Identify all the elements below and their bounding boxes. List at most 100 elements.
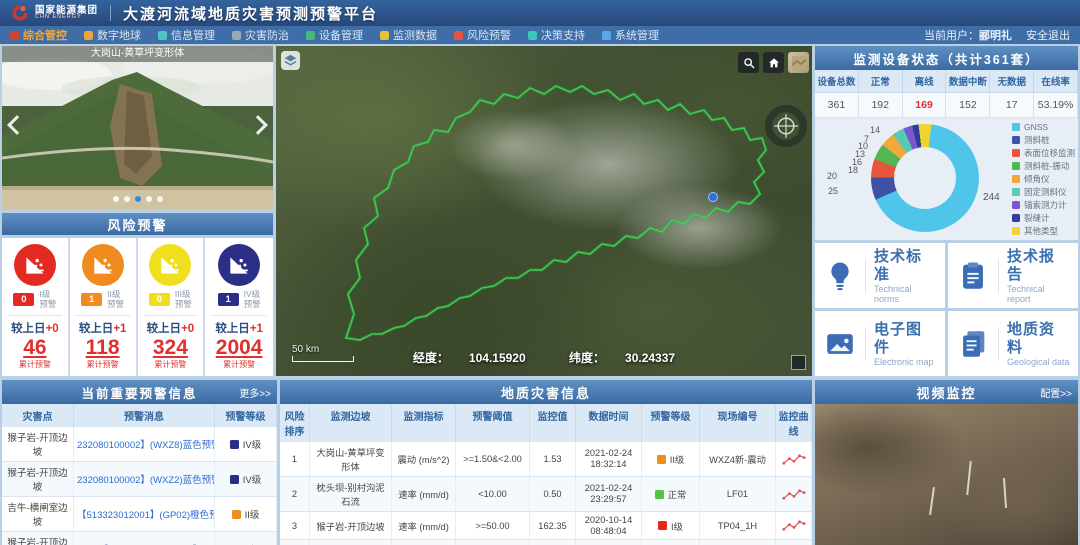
level-color-swatch	[657, 455, 666, 464]
hazard-col-监控值: 监控值	[530, 404, 576, 442]
video-config-link[interactable]: 配置>>	[1040, 385, 1072, 400]
resource-card-地质资料[interactable]: 地质资料 Geological data	[948, 311, 1078, 376]
monitor-indicator: 速率 (mm/d)	[392, 512, 456, 539]
warning-level: 正常	[642, 477, 700, 511]
card-subtitle: Electronic map	[874, 357, 937, 367]
nav-item-系统管理[interactable]: 系统管理	[602, 27, 659, 43]
monitor-value: 0.50	[530, 477, 576, 511]
trend-curve-icon[interactable]	[782, 488, 806, 501]
hazard-table-header: 风险排序监测边坡监测指标预警阈值监控值数据时间预警等级现场编号监控曲线	[280, 404, 812, 442]
fullscreen-icon[interactable]	[791, 355, 806, 370]
card-text: 技术报告 Technical report	[1007, 248, 1070, 304]
nav-item-信息管理[interactable]: 信息管理	[158, 27, 215, 43]
resource-card-技术标准[interactable]: 技术标准 Technical norms	[815, 243, 945, 308]
risk-card-IV级[interactable]: 1 IV级预警 较上日+1 2004 累计预警	[205, 238, 273, 376]
level-color-swatch	[655, 490, 664, 499]
video-panel-header: 视频监控 配置>>	[815, 380, 1078, 404]
legend-label: 测斜桩-振动	[1024, 160, 1069, 172]
legend-swatch	[1012, 214, 1020, 222]
map-search-button[interactable]	[738, 52, 759, 73]
risk-card-III级[interactable]: 0 III级预警 较上日+0 324 累计预警	[138, 238, 206, 376]
table-row[interactable]: 猴子岩-开顶边坡 232080100002】(WXZ2)蓝色预警: ... IV…	[2, 462, 277, 497]
card-subtitle: Geological data	[1007, 357, 1070, 367]
bottom-row: 当前重要预警信息 更多>> 灾害点预警消息预警等级 猴子岩-开顶边坡 23208…	[0, 380, 1080, 545]
hazard-table: 风险排序监测边坡监测指标预警阈值监控值数据时间预警等级现场编号监控曲线 1 大岗…	[280, 404, 812, 545]
legend-item-裂缝计: 裂缝计	[1012, 211, 1075, 224]
risk-card-body: 较上日+1 118 累计预警	[76, 315, 130, 370]
carousel-dot-3[interactable]	[135, 196, 141, 202]
latitude-label: 纬度：	[569, 351, 605, 365]
map-home-button[interactable]	[763, 52, 784, 73]
resource-card-电子图件[interactable]: 电子图件 Electronic map	[815, 311, 945, 376]
nav-item-label: 系统管理	[615, 27, 659, 43]
table-row[interactable]: 吉牛-横闸室边坡 【513323012001】(GP02)橙色预警... II级	[2, 497, 277, 532]
legend-swatch	[1012, 123, 1020, 131]
legend-label: 固定测斜仪	[1024, 186, 1067, 198]
table-row[interactable]: 2 枕头坝-别村沟泥石流 速率 (mm/d) <10.00 0.50 2021-…	[280, 477, 812, 512]
table-row[interactable]: 1 大岗山-黄草坪变形体 震动 (m/s^2) >=1.50&<2.00 1.5…	[280, 442, 812, 477]
risk-card-I级[interactable]: 0 I级预警 较上日+0 46 累计预警	[2, 238, 70, 376]
table-row[interactable]: 猴子岩-开顶边坡 232080100002】(WXZ8)蓝色预警: ... IV…	[2, 427, 277, 462]
trend-curve-icon[interactable]	[782, 519, 806, 532]
device-panel-title: 监测设备状态（共计361套）	[853, 49, 1039, 68]
risk-level-label: II级预警	[107, 290, 124, 310]
risk-total-count[interactable]: 46	[8, 336, 62, 359]
warning-threshold: >=50.00	[456, 512, 530, 539]
warning-threshold: <10.00	[456, 477, 530, 511]
station-code: WXZ4新-震动	[700, 442, 776, 476]
donut-chart	[871, 124, 979, 232]
nav-item-风险预警[interactable]: 风险预警	[454, 27, 511, 43]
risk-rank: 2	[280, 477, 310, 511]
risk-total-count[interactable]: 2004	[211, 336, 267, 359]
carousel-dot-2[interactable]	[124, 196, 130, 202]
logout-button[interactable]: 安全退出	[1026, 27, 1070, 43]
risk-total-count[interactable]: 324	[144, 336, 198, 359]
search-icon	[742, 56, 756, 70]
nav-item-灾害防治[interactable]: 灾害防治	[232, 27, 289, 43]
compass-control[interactable]	[764, 104, 808, 148]
risk-total-count[interactable]: 118	[76, 336, 130, 359]
device-value-设备总数: 361	[815, 93, 859, 118]
nav-item-设备管理[interactable]: 设备管理	[306, 27, 363, 43]
trend-curve-icon[interactable]	[782, 453, 806, 466]
video-feed[interactable]	[815, 404, 1078, 545]
legend-swatch	[1012, 188, 1020, 196]
risk-badge-count: 0	[13, 293, 34, 306]
hazard-info-panel: 地质灾害信息 风险排序监测边坡监测指标预警阈值监控值数据时间预警等级现场编号监控…	[280, 380, 812, 545]
legend-item-测斜桩-振动: 测斜桩-振动	[1012, 160, 1075, 173]
carousel-dot-1[interactable]	[113, 196, 119, 202]
device-col-在线率: 在线率	[1034, 70, 1078, 93]
nav-item-数字地球[interactable]: 数字地球	[84, 27, 141, 43]
warning-more-link[interactable]: 更多>>	[239, 385, 271, 400]
hazard-col-预警阈值: 预警阈值	[456, 404, 530, 442]
warning-message-link[interactable]: 【513323012001】(GP02)橙色预警...	[74, 497, 215, 531]
risk-total-label: 累计预警	[76, 359, 130, 370]
map-site-marker[interactable]	[708, 192, 718, 202]
nav-item-label: 数字地球	[97, 27, 141, 43]
main-nav: 综合管控数字地球信息管理灾害防治设备管理监测数据风险预警决策支持系统管理 当前用…	[0, 26, 1080, 44]
carousel-dot-4[interactable]	[146, 196, 152, 202]
nav-item-label: 灾害防治	[245, 27, 289, 43]
nav-item-综合管控[interactable]: 综合管控	[10, 27, 67, 43]
warning-message-link[interactable]: 7:28)【5133232080100002】(LF02...	[74, 532, 215, 545]
layers-icon[interactable]	[281, 51, 300, 70]
risk-level-icon	[14, 244, 56, 286]
risk-card-II级[interactable]: 1 II级预警 较上日+1 118 累计预警	[70, 238, 138, 376]
map-panel[interactable]: 50 km 经度：104.15920 纬度：30.24337	[276, 46, 812, 376]
warning-message-link[interactable]: 232080100002】(WXZ2)蓝色预警: ...	[74, 462, 215, 496]
risk-rank: 4	[280, 540, 310, 545]
nav-item-监测数据[interactable]: 监测数据	[380, 27, 437, 43]
carousel-dot-5[interactable]	[157, 196, 163, 202]
nav-item-决策支持[interactable]: 决策支持	[528, 27, 585, 43]
risk-level-label: I级预警	[39, 290, 56, 310]
warning-message-link[interactable]: 232080100002】(WXZ8)蓝色预警: ...	[74, 427, 215, 461]
warning-level: IV级	[642, 540, 700, 545]
basemap-switch-button[interactable]	[788, 52, 809, 73]
table-row[interactable]: 猴子岩-开顶边坡 7:28)【5133232080100002】(LF02...…	[2, 532, 277, 545]
donut-hole	[894, 147, 956, 209]
table-row[interactable]: 4 瀑布沟-乌斯河边坡 速率 (mm/d) >=5.00&<15.00 6.01…	[280, 540, 812, 545]
monitoring-pole	[929, 487, 935, 515]
longitude-value: 104.15920	[469, 351, 526, 365]
resource-card-技术报告[interactable]: 技术报告 Technical report	[948, 243, 1078, 308]
table-row[interactable]: 3 猴子岩-开顶边坡 速率 (mm/d) >=50.00 162.35 2020…	[280, 512, 812, 540]
